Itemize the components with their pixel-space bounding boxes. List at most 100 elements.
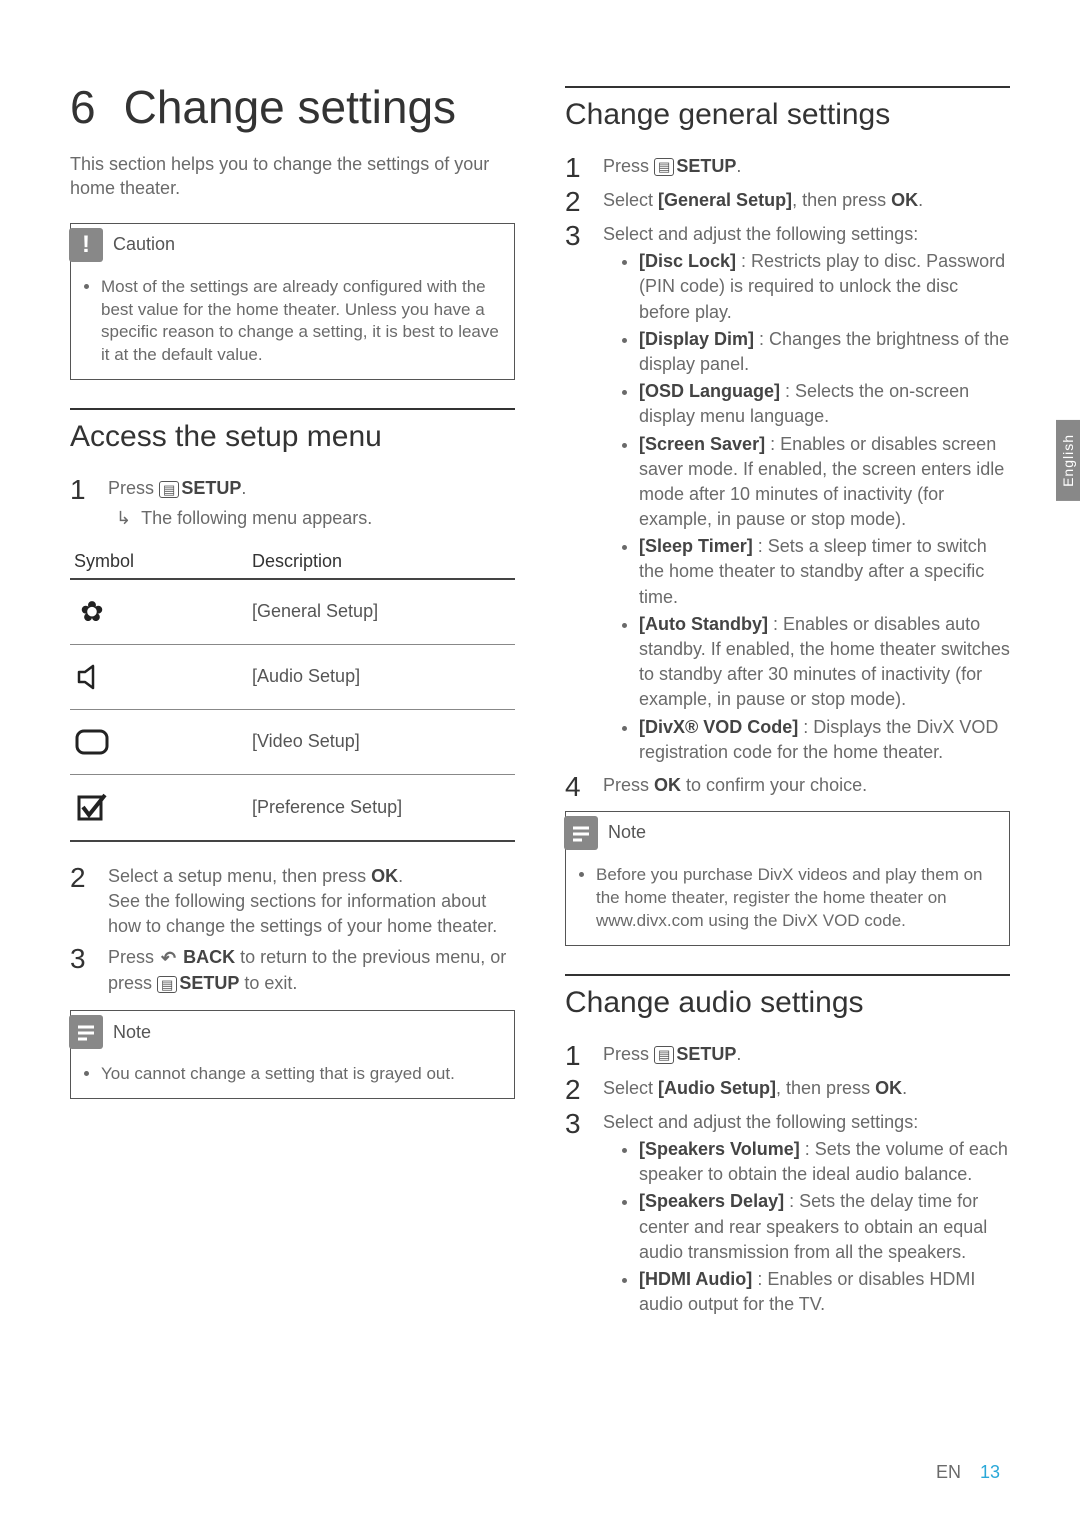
note-item: You cannot change a setting that is gray… [101, 1063, 500, 1086]
general-step-1: 1 Press ▤SETUP. [565, 154, 1010, 182]
setting-item: [Speakers Delay] : Sets the delay time f… [639, 1189, 1010, 1265]
ok-label: OK [875, 1078, 902, 1098]
col-symbol: Symbol [70, 545, 248, 579]
step-text: Select [603, 1078, 658, 1098]
chapter-heading: 6 Change settings [70, 80, 515, 134]
checkbox-icon [74, 789, 110, 825]
note-header: Note [564, 812, 1009, 856]
step-text: Press [603, 775, 654, 795]
step-text: Press [108, 947, 159, 967]
ok-label: OK [654, 775, 681, 795]
setting-item: [Speakers Volume] : Sets the volume of e… [639, 1137, 1010, 1187]
caution-box: ! Caution Most of the settings are alrea… [70, 223, 515, 381]
step-number: 2 [565, 188, 587, 216]
note-icon [69, 1015, 103, 1049]
setup-label: SETUP [179, 973, 239, 993]
step-text-end: to confirm your choice. [681, 775, 867, 795]
step-text: Select a setup menu, then press [108, 866, 371, 886]
note-header: Note [69, 1011, 514, 1055]
back-label: BACK [183, 947, 235, 967]
table-row: ✿ [General Setup] [70, 579, 515, 645]
audio-settings-list: [Speakers Volume] : Sets the volume of e… [603, 1137, 1010, 1317]
row-label: [Audio Setup] [248, 644, 515, 709]
section-audio-title: Change audio settings [565, 974, 1010, 1020]
page-footer: EN 13 [936, 1462, 1000, 1483]
step-text: Press [603, 1044, 654, 1064]
step-dot: . [902, 1078, 907, 1098]
step-number: 4 [565, 773, 587, 801]
chapter-title: Change settings [124, 81, 456, 133]
setting-item: [Disc Lock] : Restricts play to disc. Pa… [639, 249, 1010, 325]
step-text-mid: , then press [792, 190, 891, 210]
setting-item: [DivX® VOD Code] : Displays the DivX VOD… [639, 715, 1010, 765]
page-columns: 6Change settings This section helps you … [70, 80, 1010, 1325]
step-text-end: to exit. [239, 973, 297, 993]
setting-name: [Screen Saver] [639, 434, 765, 454]
step-number: 1 [70, 476, 92, 530]
audio-step-1: 1 Press ▤SETUP. [565, 1042, 1010, 1070]
result-arrow-icon: ↳ [116, 506, 131, 531]
note-item: Before you purchase DivX videos and play… [596, 864, 995, 933]
setting-name: [Disc Lock] [639, 251, 736, 271]
setting-name: [OSD Language] [639, 381, 780, 401]
audio-step-3: 3 Select and adjust the following settin… [565, 1110, 1010, 1320]
audio-step-2: 2 Select [Audio Setup], then press OK. [565, 1076, 1010, 1104]
setting-name: [Sleep Timer] [639, 536, 753, 556]
page-number: 13 [980, 1462, 1000, 1482]
caution-item: Most of the settings are already configu… [101, 276, 500, 368]
setting-name: [HDMI Audio] [639, 1269, 752, 1289]
ok-label: OK [371, 866, 398, 886]
setting-name: [DivX® VOD Code] [639, 717, 798, 737]
step-number: 2 [70, 864, 92, 940]
gear-icon: ✿ [74, 594, 110, 630]
section-general-title: Change general settings [565, 86, 1010, 132]
back-arrow-icon: ↶ [161, 946, 176, 971]
setting-item: [OSD Language] : Selects the on-screen d… [639, 379, 1010, 429]
step-text: Select and adjust the following settings… [603, 1112, 918, 1132]
menu-name: [Audio Setup] [658, 1078, 776, 1098]
right-column: Change general settings 1 Press ▤SETUP. … [565, 80, 1010, 1325]
setup-label: SETUP [181, 478, 241, 498]
footer-lang: EN [936, 1462, 961, 1482]
setting-name: [Speakers Volume] [639, 1139, 800, 1159]
setting-name: [Auto Standby] [639, 614, 768, 634]
table-row: [Video Setup] [70, 709, 515, 774]
chapter-number: 6 [70, 81, 96, 133]
setup-label: SETUP [676, 156, 736, 176]
step-number: 3 [565, 222, 587, 767]
row-label: [Video Setup] [248, 709, 515, 774]
caution-body: Most of the settings are already configu… [71, 268, 514, 380]
general-step-3: 3 Select and adjust the following settin… [565, 222, 1010, 767]
setting-name: [Speakers Delay] [639, 1191, 784, 1211]
setup-menu-icon: ▤ [654, 158, 674, 176]
step-text-extra: See the following sections for informati… [108, 889, 515, 939]
step-number: 3 [565, 1110, 587, 1320]
step-number: 2 [565, 1076, 587, 1104]
table-row: [Audio Setup] [70, 644, 515, 709]
note-body: You cannot change a setting that is gray… [71, 1055, 514, 1098]
step-text-end: . [241, 478, 246, 498]
setup-symbol-table: Symbol Description ✿ [General Setup] [Au… [70, 545, 515, 842]
note-label: Note [608, 822, 646, 843]
setup-menu-icon: ▤ [159, 481, 179, 499]
language-tab: English [1056, 420, 1080, 501]
caution-label: Caution [113, 234, 175, 255]
caution-icon: ! [69, 228, 103, 262]
setting-item: [Display Dim] : Changes the brightness o… [639, 327, 1010, 377]
note-box: Note You cannot change a setting that is… [70, 1010, 515, 1099]
step-substep: ↳ The following menu appears. [116, 506, 515, 531]
setup-menu-icon: ▤ [654, 1046, 674, 1064]
setting-item: [HDMI Audio] : Enables or disables HDMI … [639, 1267, 1010, 1317]
ok-label: OK [891, 190, 918, 210]
setup-label: SETUP [676, 1044, 736, 1064]
menu-name: [General Setup] [658, 190, 792, 210]
general-step-2: 2 Select [General Setup], then press OK. [565, 188, 1010, 216]
left-column: 6Change settings This section helps you … [70, 80, 515, 1325]
general-settings-list: [Disc Lock] : Restricts play to disc. Pa… [603, 249, 1010, 765]
row-label: [General Setup] [248, 579, 515, 645]
col-description: Description [248, 545, 515, 579]
step-text: Select [603, 190, 658, 210]
substep-text: The following menu appears. [141, 506, 372, 531]
setting-item: [Auto Standby] : Enables or disables aut… [639, 612, 1010, 713]
access-step-3: 3 Press ↶ BACK to return to the previous… [70, 945, 515, 996]
